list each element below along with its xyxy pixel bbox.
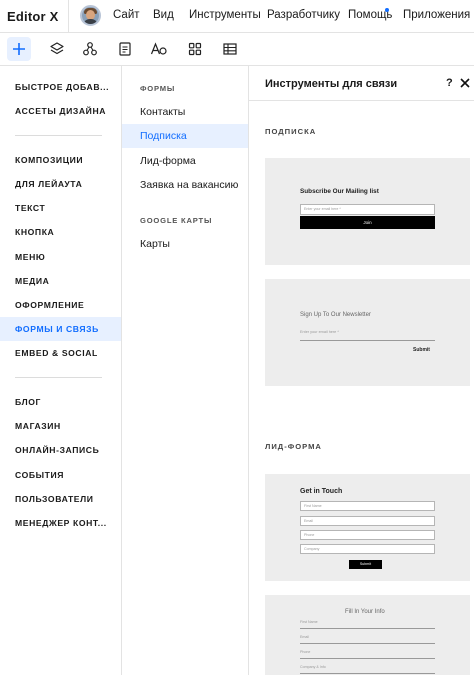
category-events[interactable]: СОБЫТИЯ (0, 463, 121, 487)
subcategory-job-application[interactable]: Заявка на вакансию (122, 173, 248, 197)
top-bar: Editor X Сайт Вид Инструменты Разработчи… (0, 0, 474, 33)
menu-developer[interactable]: Разработчику (267, 9, 340, 21)
pages-icon[interactable] (113, 37, 137, 61)
card-first-name-label: First Name (300, 620, 318, 624)
app-logo[interactable]: Editor X (7, 9, 58, 24)
card-title: Fill In Your Info (345, 609, 385, 615)
card-email-placeholder: Enter your email here * (300, 330, 339, 334)
subcategory-contacts[interactable]: Контакты (122, 100, 248, 124)
section-title-subscribe: ПОДПИСКА (265, 127, 317, 136)
card-title: Sign Up To Our Newsletter (300, 312, 371, 318)
subcategory-heading-forms: ФОРМЫ (140, 84, 176, 93)
card-field-underline (300, 628, 435, 629)
card-field-underline (300, 673, 435, 674)
menu-tools[interactable]: Инструменты (189, 9, 261, 21)
category-media[interactable]: МЕДИА (0, 269, 121, 293)
menu-site[interactable]: Сайт (113, 9, 140, 21)
category-layout[interactable]: ДЛЯ ЛЕЙАУТА (0, 172, 121, 196)
notification-dot (385, 8, 389, 12)
category-quick-add[interactable]: БЫСТРОЕ ДОБАВ... (0, 75, 121, 99)
card-company-label: Company & Info (300, 665, 326, 669)
layers-icon[interactable] (45, 37, 69, 61)
card-title: Subscribe Our Mailing list (300, 188, 379, 195)
category-forms-contact[interactable]: ФОРМЫ И СВЯЗЬ (0, 317, 121, 341)
card-submit-button: Submit (349, 560, 382, 569)
avatar[interactable] (80, 5, 101, 26)
category-bookings[interactable]: ОНЛАЙН-ЗАПИСЬ (0, 438, 121, 462)
subcategory-subscribe[interactable]: Подписка (122, 124, 248, 148)
category-button[interactable]: КНОПКА (0, 220, 121, 244)
card-phone-field: Phone (300, 530, 435, 540)
subscribe-form-card-2[interactable]: Sign Up To Our Newsletter Enter your ema… (265, 279, 470, 386)
cms-table-icon[interactable] (218, 37, 242, 61)
card-company-field: Company (300, 544, 435, 554)
components-icon[interactable] (78, 37, 102, 61)
category-content-manager[interactable]: МЕНЕДЖЕР КОНТ... (0, 511, 121, 535)
tool-row (0, 33, 474, 66)
section-title-lead-form: ЛИД-ФОРМА (265, 442, 322, 451)
divider (15, 135, 102, 136)
menu-view[interactable]: Вид (153, 9, 174, 21)
card-email-field: Email (300, 516, 435, 526)
card-email-field: Enter your email here * (300, 204, 435, 215)
close-icon[interactable] (458, 76, 472, 90)
divider (15, 377, 102, 378)
category-members[interactable]: ПОЛЬЗОВАТЕЛИ (0, 487, 121, 511)
card-title: Get in Touch (300, 488, 343, 495)
apps-grid-icon[interactable] (183, 37, 207, 61)
subcategory-panel: ФОРМЫ Контакты Подписка Лид-форма Заявка… (122, 66, 249, 675)
card-join-button: Join (300, 216, 435, 229)
subcategory-lead-form[interactable]: Лид-форма (122, 149, 248, 173)
card-field-underline (300, 340, 435, 341)
divider (249, 100, 474, 101)
category-decorative[interactable]: ОФОРМЛЕНИЕ (0, 293, 121, 317)
subcategory-maps[interactable]: Карты (122, 232, 248, 256)
card-phone-label: Phone (300, 650, 311, 654)
category-menu[interactable]: МЕНЮ (0, 245, 121, 269)
typography-icon[interactable] (147, 37, 171, 61)
subcategory-heading-maps: GOOGLE КАРТЫ (140, 216, 213, 225)
category-embed-social[interactable]: EMBED & SOCIAL (0, 341, 121, 365)
menu-apps[interactable]: Приложения (403, 9, 470, 21)
card-submit-button: Submit (413, 347, 430, 353)
divider (68, 0, 69, 33)
card-first-name-field: First Name (300, 501, 435, 511)
category-store[interactable]: МАГАЗИН (0, 414, 121, 438)
category-design-assets[interactable]: АССЕТЫ ДИЗАЙНА (0, 99, 121, 123)
category-blog[interactable]: БЛОГ (0, 390, 121, 414)
card-email-label: Email (300, 635, 309, 639)
add-icon[interactable] (7, 37, 31, 61)
content-panel: Инструменты для связи ? ПОДПИСКА Subscri… (249, 66, 474, 675)
lead-form-card-2[interactable]: Fill In Your Info First Name Email Phone… (265, 595, 470, 675)
lead-form-card-1[interactable]: Get in Touch First Name Email Phone Comp… (265, 474, 470, 581)
card-field-underline (300, 658, 435, 659)
panel-title: Инструменты для связи (265, 78, 398, 90)
category-panel: БЫСТРОЕ ДОБАВ... АССЕТЫ ДИЗАЙНА КОМПОЗИЦ… (0, 66, 122, 675)
category-compositions[interactable]: КОМПОЗИЦИИ (0, 148, 121, 172)
help-icon[interactable]: ? (446, 77, 453, 89)
category-text[interactable]: ТЕКСТ (0, 196, 121, 220)
card-field-underline (300, 643, 435, 644)
subscribe-form-card-1[interactable]: Subscribe Our Mailing list Enter your em… (265, 158, 470, 265)
